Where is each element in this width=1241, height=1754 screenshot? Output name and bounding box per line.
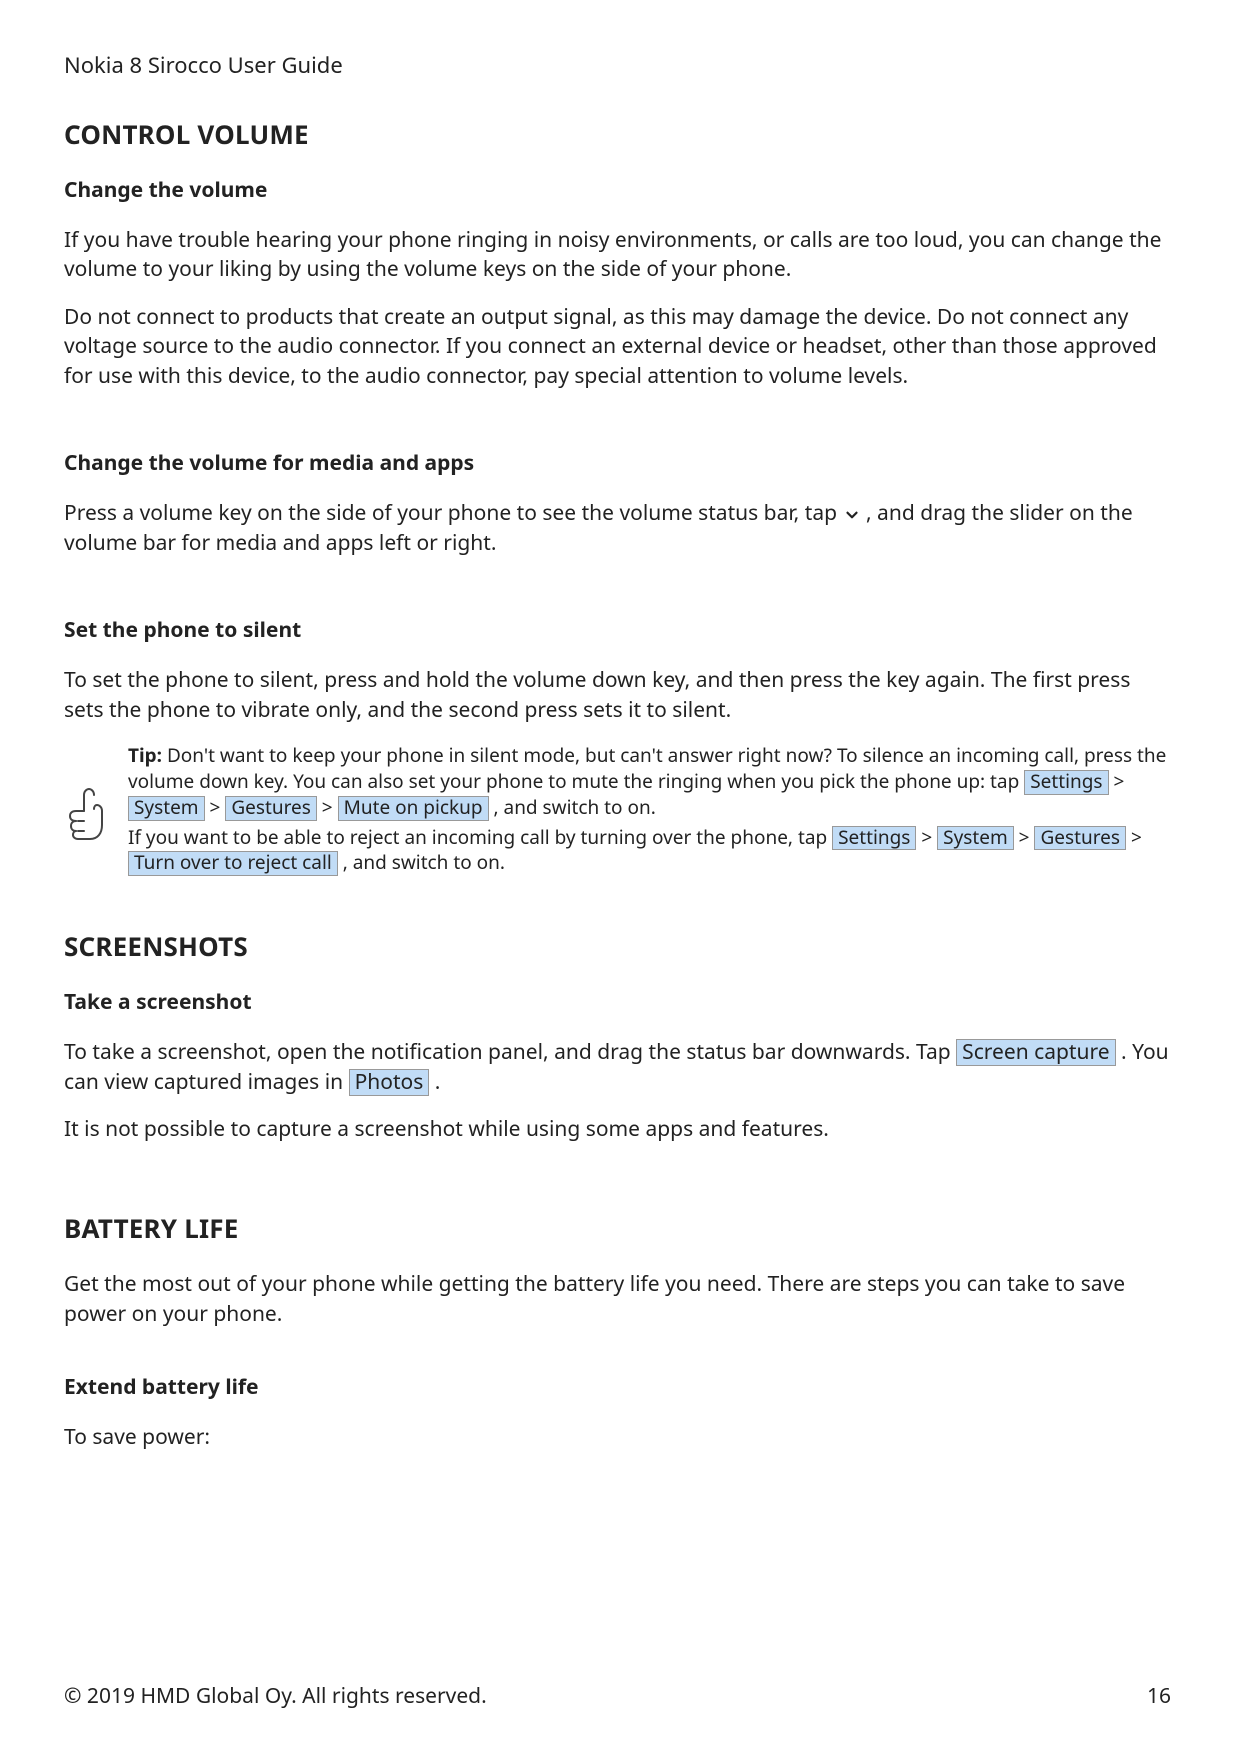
- chevron-down-icon: [843, 500, 861, 529]
- chip-settings: Settings: [1024, 770, 1108, 795]
- tip-callout: Tip: Don't want to keep your phone in si…: [64, 743, 1171, 880]
- chip-photos: Photos: [349, 1069, 430, 1096]
- subheading-set-silent: Set the phone to silent: [64, 616, 1171, 644]
- paragraph: To set the phone to silent, press and ho…: [64, 666, 1171, 725]
- paragraph: If you have trouble hearing your phone r…: [64, 226, 1171, 285]
- paragraph: Press a volume key on the side of your p…: [64, 499, 1171, 558]
- text-fragment: If you want to be able to reject an inco…: [128, 824, 832, 850]
- chip-screen-capture: Screen capture: [956, 1039, 1115, 1066]
- paragraph: It is not possible to capture a screensh…: [64, 1115, 1171, 1144]
- text-fragment: >: [916, 824, 937, 850]
- chip-mute-on-pickup: Mute on pickup: [338, 796, 489, 821]
- text-fragment: >: [317, 794, 338, 820]
- tip-hand-icon: [64, 785, 108, 841]
- text-fragment: Press a volume key on the side of your p…: [64, 499, 843, 527]
- text-fragment: >: [1014, 824, 1035, 850]
- copyright-text: © 2019 HMD Global Oy. All rights reserve…: [64, 1682, 487, 1710]
- page-footer: © 2019 HMD Global Oy. All rights reserve…: [64, 1682, 1171, 1710]
- chip-system: System: [128, 796, 205, 821]
- subheading-change-volume-media: Change the volume for media and apps: [64, 449, 1171, 477]
- paragraph: To save power:: [64, 1423, 1171, 1452]
- paragraph: To take a screenshot, open the notificat…: [64, 1038, 1171, 1097]
- page-number: 16: [1147, 1682, 1171, 1710]
- section-battery-life-title: BATTERY LIFE: [64, 1210, 1171, 1246]
- text-fragment: To take a screenshot, open the notificat…: [64, 1038, 956, 1066]
- text-fragment: Don't want to keep your phone in silent …: [128, 742, 1166, 794]
- subheading-take-screenshot: Take a screenshot: [64, 988, 1171, 1016]
- chip-turn-over-reject: Turn over to reject call: [128, 851, 338, 876]
- text-fragment: , and switch to on.: [338, 849, 505, 875]
- section-control-volume-title: CONTROL VOLUME: [64, 116, 1171, 152]
- tip-text: Tip: Don't want to keep your phone in si…: [128, 743, 1171, 880]
- chip-system: System: [937, 826, 1014, 851]
- chip-gestures: Gestures: [225, 796, 317, 821]
- text-fragment: , and switch to on.: [489, 794, 656, 820]
- text-fragment: >: [1109, 768, 1125, 794]
- page-header: Nokia 8 Sirocco User Guide: [64, 50, 1171, 80]
- subheading-change-volume: Change the volume: [64, 176, 1171, 204]
- document-page: Nokia 8 Sirocco User Guide CONTROL VOLUM…: [0, 0, 1241, 1754]
- subheading-extend-battery: Extend battery life: [64, 1373, 1171, 1401]
- chip-settings: Settings: [832, 826, 916, 851]
- text-fragment: .: [429, 1068, 440, 1096]
- section-screenshots-title: SCREENSHOTS: [64, 928, 1171, 964]
- text-fragment: >: [205, 794, 226, 820]
- paragraph: Get the most out of your phone while get…: [64, 1270, 1171, 1329]
- text-fragment: >: [1126, 824, 1142, 850]
- paragraph: Do not connect to products that create a…: [64, 303, 1171, 391]
- chip-gestures: Gestures: [1034, 826, 1126, 851]
- tip-label: Tip:: [128, 742, 162, 768]
